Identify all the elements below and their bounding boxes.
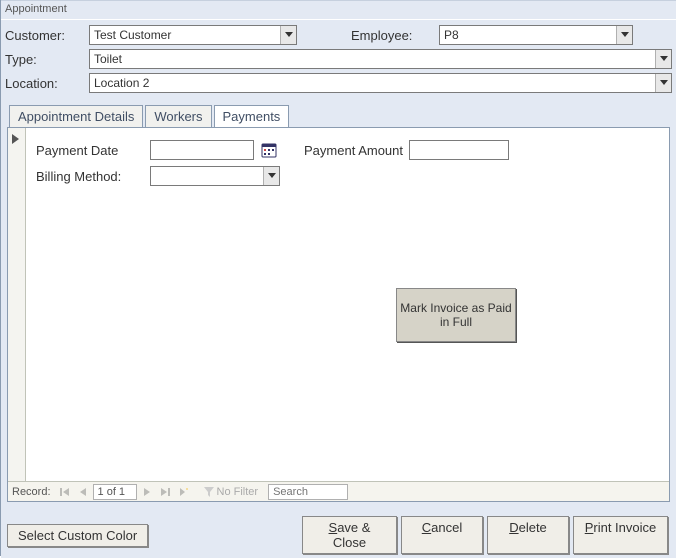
no-filter-indicator[interactable]: No Filter [199, 486, 263, 498]
select-custom-color-button[interactable]: Select Custom Color [7, 524, 148, 547]
tab-strip: Appointment Details Workers Payments [7, 104, 670, 128]
record-navigation: Record: 1 of 1 No [8, 481, 669, 501]
last-record-icon[interactable] [157, 484, 173, 500]
tab-payments[interactable]: Payments [214, 105, 290, 129]
payment-amount-input[interactable] [409, 140, 509, 160]
chevron-down-icon[interactable] [263, 167, 279, 185]
save-close-button[interactable]: Save & Close [302, 516, 397, 554]
employee-combo[interactable]: P8 [439, 25, 633, 45]
delete-button[interactable]: Delete [487, 516, 569, 554]
location-value: Location 2 [90, 75, 655, 91]
tabs-area: Appointment Details Workers Payments Pay… [1, 98, 676, 512]
type-label: Type: [5, 52, 81, 67]
payment-date-input[interactable] [150, 140, 254, 160]
header-form: Customer: Test Customer Employee: P8 Typ… [1, 19, 676, 98]
payments-panel: Payment Date Pa [7, 127, 670, 502]
location-combo[interactable]: Location 2 [89, 73, 672, 93]
customer-combo[interactable]: Test Customer [89, 25, 297, 45]
employee-label: Employee: [343, 28, 431, 43]
no-filter-text: No Filter [217, 486, 259, 498]
chevron-down-icon[interactable] [655, 50, 671, 68]
record-position[interactable]: 1 of 1 [93, 484, 137, 500]
tab-appointment-details[interactable]: Appointment Details [9, 105, 143, 128]
print-invoice-button[interactable]: Print Invoice [573, 516, 668, 554]
billing-method-value [151, 175, 263, 177]
appointment-window: Appointment Customer: Test Customer Empl… [0, 0, 676, 556]
customer-value: Test Customer [90, 27, 280, 43]
type-value: Toilet [90, 51, 655, 67]
window-title: Appointment [1, 0, 676, 19]
next-record-icon[interactable] [139, 484, 155, 500]
record-label: Record: [12, 486, 51, 498]
payment-amount-label: Payment Amount [304, 143, 403, 158]
new-record-icon[interactable] [175, 484, 191, 500]
chevron-down-icon[interactable] [280, 26, 296, 44]
location-label: Location: [5, 76, 81, 91]
type-combo[interactable]: Toilet [89, 49, 672, 69]
chevron-down-icon[interactable] [655, 74, 671, 92]
footer-bar: Select Custom Color Save & Close Cancel … [1, 512, 676, 558]
billing-method-label: Billing Method: [36, 169, 144, 184]
payment-date-label: Payment Date [36, 143, 144, 158]
billing-method-combo[interactable] [150, 166, 280, 186]
search-input[interactable] [268, 484, 348, 500]
calendar-icon[interactable] [260, 141, 278, 159]
chevron-down-icon[interactable] [616, 26, 632, 44]
mark-invoice-paid-button[interactable]: Mark Invoice as Paid in Full [396, 288, 516, 342]
customer-label: Customer: [5, 28, 81, 43]
employee-value: P8 [440, 27, 616, 43]
record-selector[interactable] [8, 128, 26, 481]
payments-form: Payment Date Pa [28, 136, 669, 196]
tab-workers[interactable]: Workers [145, 105, 211, 128]
first-record-icon[interactable] [57, 484, 73, 500]
prev-record-icon[interactable] [75, 484, 91, 500]
cancel-button[interactable]: Cancel [401, 516, 483, 554]
